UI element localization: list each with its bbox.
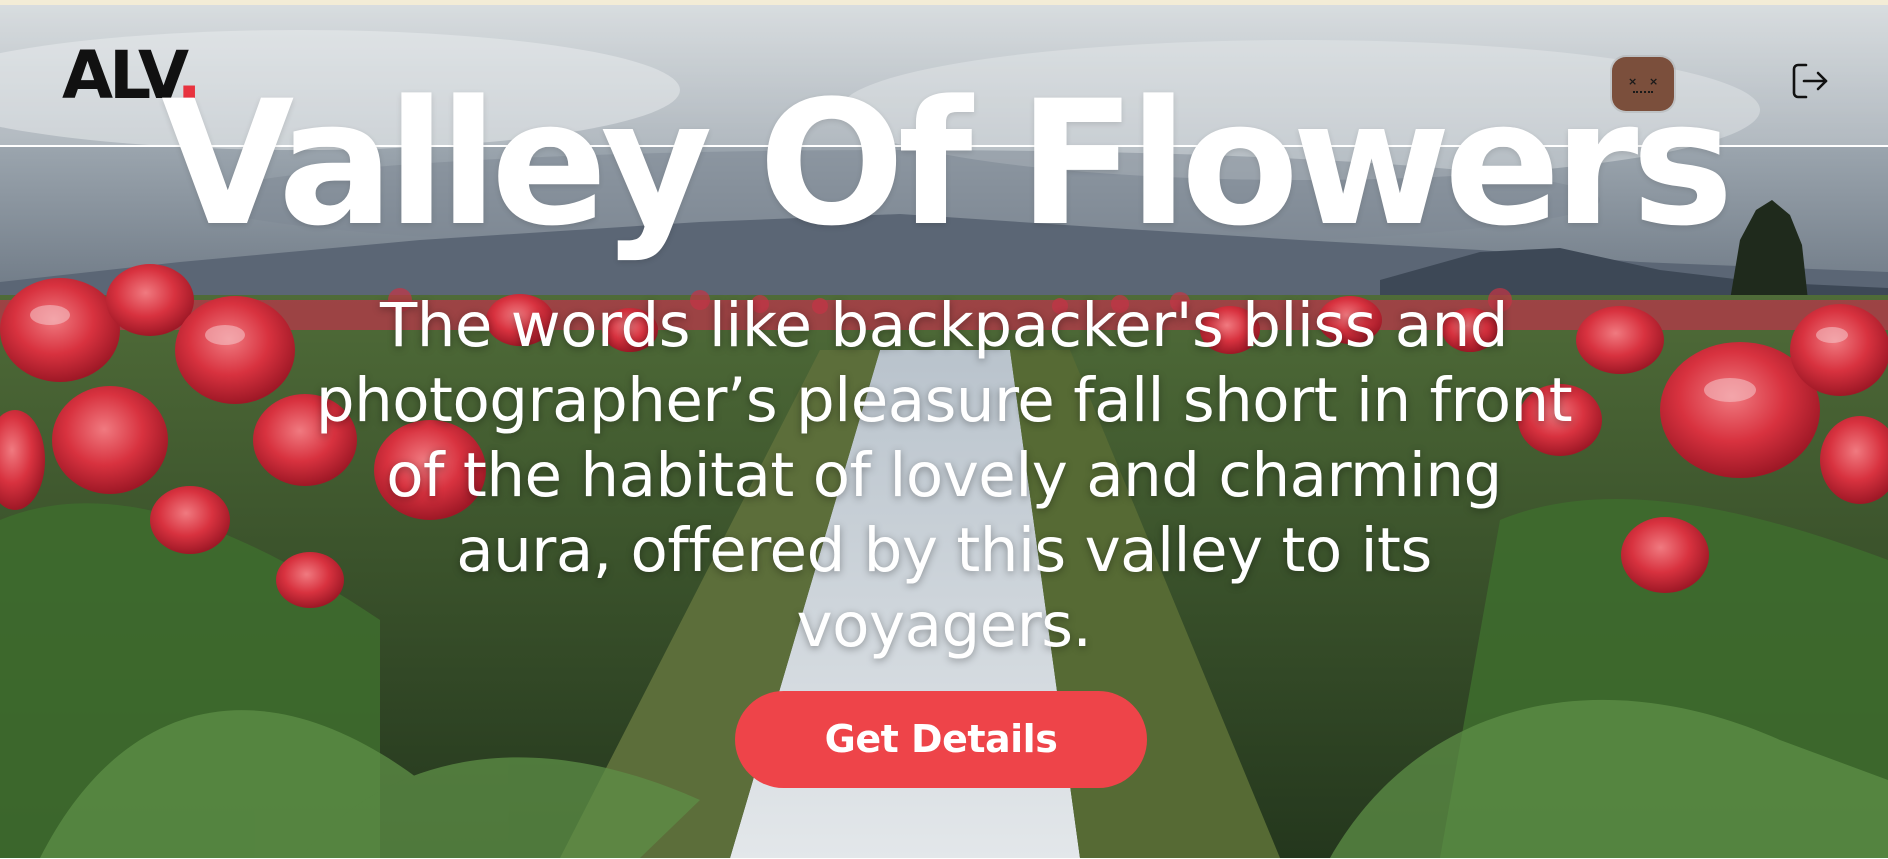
landing-page: ALV. × × Valley Of Flowers The words lik… <box>0 0 1888 859</box>
hero-title: Valley Of Flowers <box>161 63 1734 264</box>
get-details-button[interactable]: Get Details <box>735 691 1147 788</box>
hero-subtitle: The words like backpacker's bliss and ph… <box>315 290 1573 661</box>
